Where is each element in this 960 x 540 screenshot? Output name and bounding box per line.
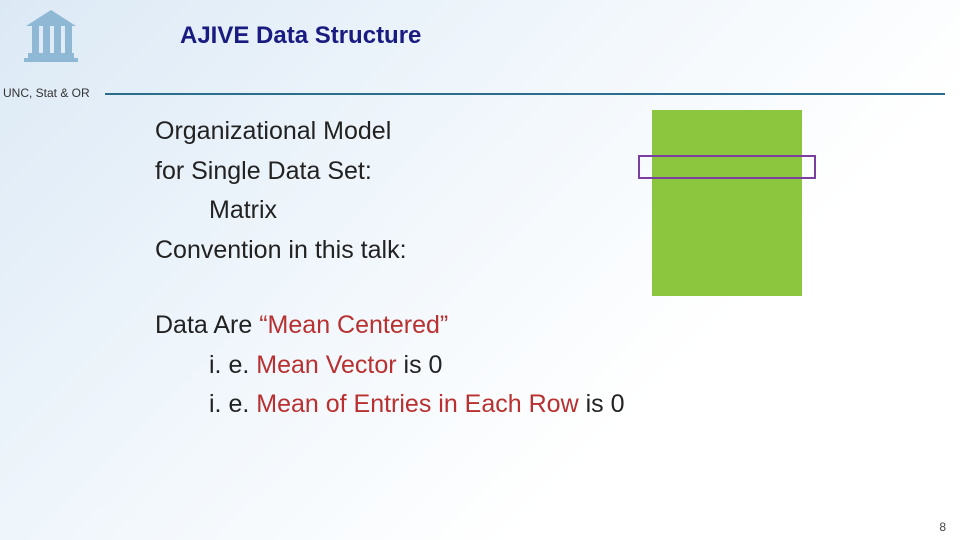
highlight-text: Mean of Entries in Each Row	[256, 390, 578, 418]
page-number: 8	[939, 520, 946, 534]
unc-logo	[18, 6, 84, 66]
body-line-7: i. e. Mean of Entries in Each Row is 0	[155, 385, 895, 425]
affiliation-label: UNC, Stat & OR	[3, 86, 90, 100]
text: i. e.	[209, 390, 256, 418]
body-line-4: Convention in this talk:	[155, 231, 895, 271]
body-line-2: for Single Data Set:	[155, 152, 895, 192]
slide-body: Organizational Model for Single Data Set…	[155, 112, 895, 425]
text: is 0	[579, 390, 625, 418]
body-line-6: i. e. Mean Vector is 0	[155, 346, 895, 386]
body-line-1: Organizational Model	[155, 112, 895, 152]
body-line-3: Matrix	[155, 191, 895, 231]
text: Data Are	[155, 311, 259, 339]
body-line-5: Data Are “Mean Centered”	[155, 306, 895, 346]
text: is 0	[397, 351, 443, 379]
title-underline	[105, 93, 945, 95]
slide-title: AJIVE Data Structure	[180, 22, 421, 50]
highlight-text: Mean Vector	[256, 351, 396, 379]
highlight-text: “Mean Centered”	[259, 311, 448, 339]
text: i. e.	[209, 351, 256, 379]
